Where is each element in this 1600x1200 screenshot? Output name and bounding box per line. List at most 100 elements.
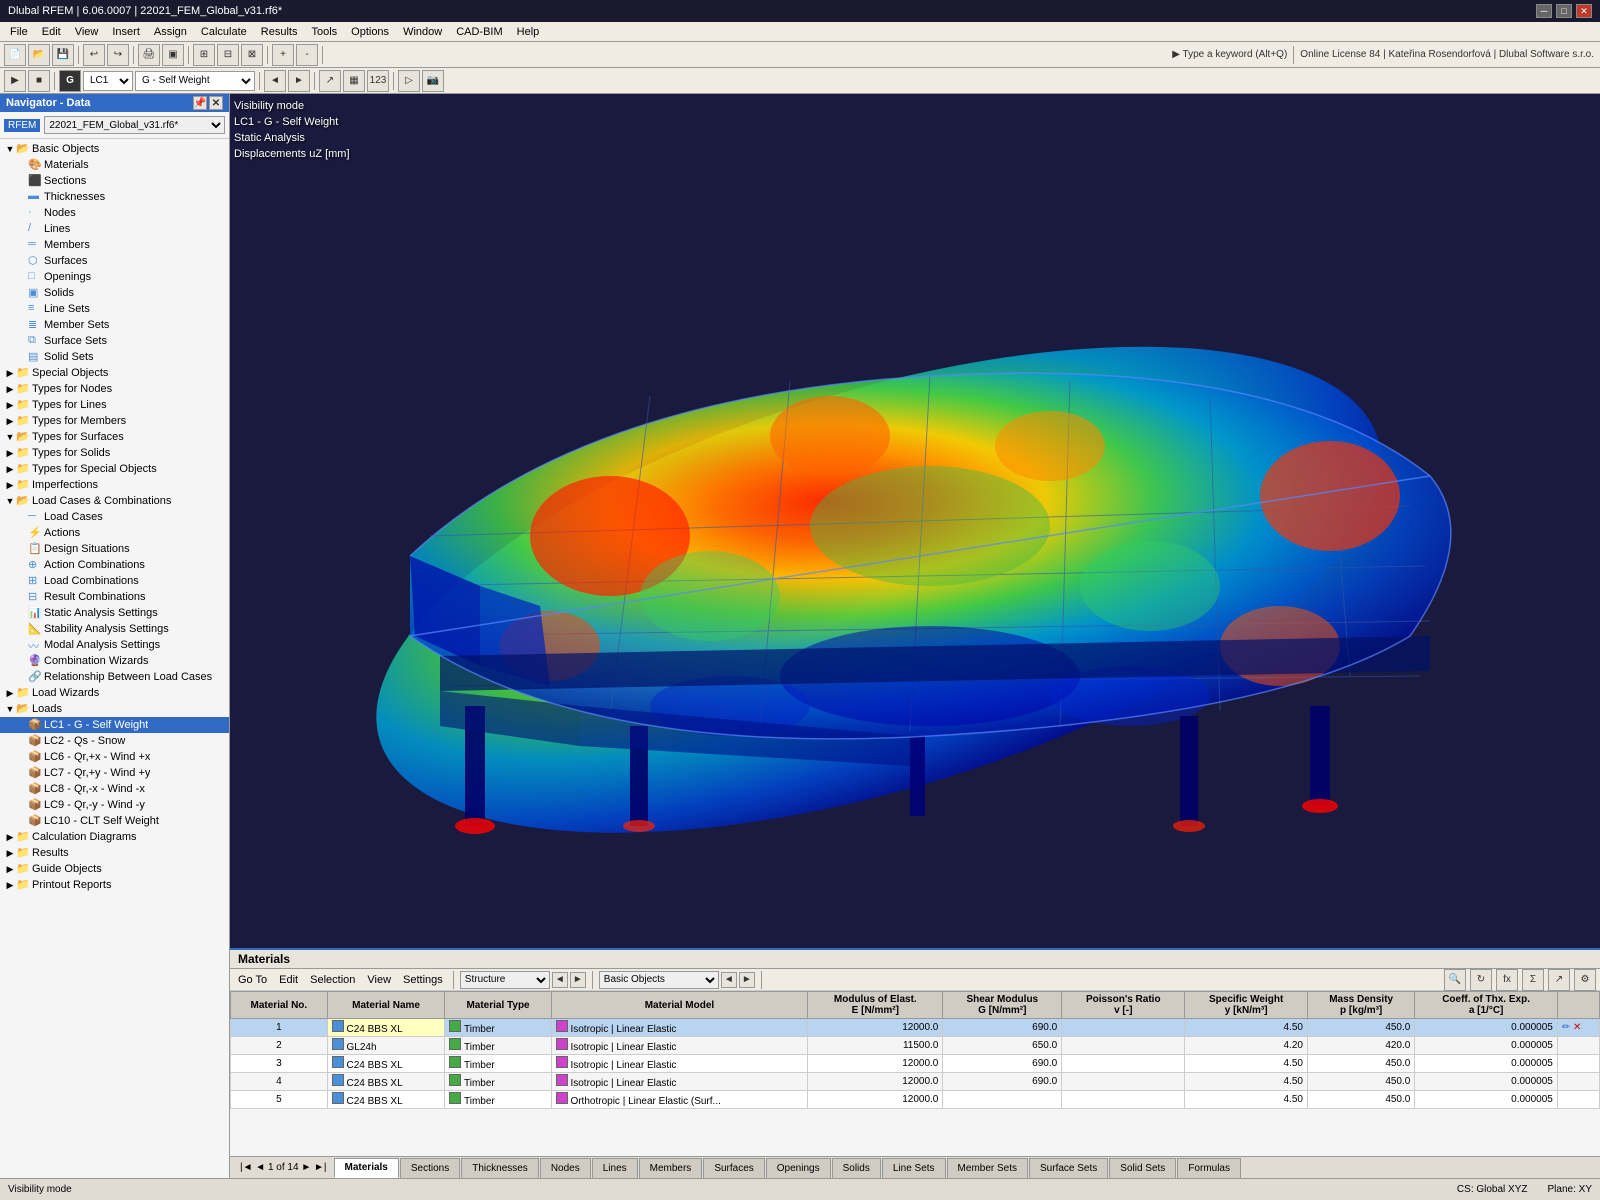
tree-item-lc10[interactable]: 📦LC10 - CLT Self Weight xyxy=(0,813,229,829)
cell-0[interactable]: 5 xyxy=(231,1091,328,1109)
cell-1[interactable]: C24 BBS XL xyxy=(327,1055,445,1073)
cell-0[interactable]: 3 xyxy=(231,1055,328,1073)
pg-prev[interactable]: ◄ xyxy=(255,1162,268,1173)
tree-item-types-members[interactable]: ▶📁Types for Members xyxy=(0,413,229,429)
table-row[interactable]: 3 C24 BBS XL Timber Isotropic | Linear E… xyxy=(231,1055,1600,1073)
cell-4[interactable]: 12000.0 xyxy=(808,1091,943,1109)
tree-item-types-surfaces[interactable]: ▼📂Types for Surfaces xyxy=(0,429,229,445)
toggle-types-special[interactable]: ▶ xyxy=(4,464,16,475)
zoom-out[interactable]: - xyxy=(296,44,318,66)
undo-button[interactable]: ↩ xyxy=(83,44,105,66)
prev-result[interactable]: ◄ xyxy=(264,70,286,92)
menu-calculate[interactable]: Calculate xyxy=(195,24,253,40)
tab-lines[interactable]: Lines xyxy=(592,1158,638,1178)
view3-button[interactable]: ⊠ xyxy=(241,44,263,66)
pg-last[interactable]: ►| xyxy=(314,1162,327,1173)
toggle-load-wizards[interactable]: ▶ xyxy=(4,688,16,699)
tree-item-calc-diag[interactable]: ▶📁Calculation Diagrams xyxy=(0,829,229,845)
toggle-imperfections[interactable]: ▶ xyxy=(4,480,16,491)
cell-6[interactable] xyxy=(1062,1019,1185,1037)
table-row[interactable]: 5 C24 BBS XL Timber Orthotropic | Linear… xyxy=(231,1091,1600,1109)
view2-button[interactable]: ⊟ xyxy=(217,44,239,66)
menu-options[interactable]: Options xyxy=(345,24,395,40)
cell-2[interactable]: Timber xyxy=(445,1037,551,1055)
formula-button[interactable]: fx xyxy=(1496,969,1518,991)
tree-item-materials[interactable]: 🎨Materials xyxy=(0,157,229,173)
menu-view[interactable]: View xyxy=(363,974,395,986)
tab-openings[interactable]: Openings xyxy=(766,1158,831,1178)
tree-item-lc-stability[interactable]: 📐Stability Analysis Settings xyxy=(0,621,229,637)
maximize-button[interactable]: □ xyxy=(1556,4,1572,18)
menu-help[interactable]: Help xyxy=(511,24,546,40)
save-button[interactable]: 💾 xyxy=(52,44,74,66)
tree-item-surfaces[interactable]: ⬡Surfaces xyxy=(0,253,229,269)
new-button[interactable]: 📄 xyxy=(4,44,26,66)
cell-7[interactable]: 4.50 xyxy=(1185,1091,1308,1109)
tree-item-lc-actions[interactable]: ⚡Actions xyxy=(0,525,229,541)
cell-2[interactable]: Timber xyxy=(445,1019,551,1037)
cell-6[interactable] xyxy=(1062,1091,1185,1109)
menu-selection[interactable]: Selection xyxy=(306,974,359,986)
tab-solids[interactable]: Solids xyxy=(832,1158,881,1178)
menu-goto[interactable]: Go To xyxy=(234,974,271,986)
toggle-types-lines[interactable]: ▶ xyxy=(4,400,16,411)
menu-insert[interactable]: Insert xyxy=(106,24,146,40)
menu-window[interactable]: Window xyxy=(397,24,448,40)
cell-4[interactable]: 12000.0 xyxy=(808,1055,943,1073)
pg-next[interactable]: ► xyxy=(301,1162,314,1173)
menu-results[interactable]: Results xyxy=(255,24,304,40)
cell-5[interactable]: 690.0 xyxy=(943,1019,1062,1037)
tree-item-lc-design-sit[interactable]: 📋Design Situations xyxy=(0,541,229,557)
cell-5[interactable]: 690.0 xyxy=(943,1073,1062,1091)
tab-member-sets[interactable]: Member Sets xyxy=(947,1158,1028,1178)
cell-9[interactable]: 0.000005 xyxy=(1415,1073,1558,1091)
tree-item-thicknesses[interactable]: ▬Thicknesses xyxy=(0,189,229,205)
tab-materials[interactable]: Materials xyxy=(334,1158,399,1178)
tree-item-lc6[interactable]: 📦LC6 - Qr,+x - Wind +x xyxy=(0,749,229,765)
menu-tools[interactable]: Tools xyxy=(305,24,343,40)
cell-0[interactable]: 1 xyxy=(231,1019,328,1037)
result-values[interactable]: 123 xyxy=(367,70,389,92)
toggle-types-nodes[interactable]: ▶ xyxy=(4,384,16,395)
cell-5[interactable] xyxy=(943,1091,1062,1109)
stop-button[interactable]: ■ xyxy=(28,70,50,92)
animate-button[interactable]: ▷ xyxy=(398,70,420,92)
tree-item-types-lines[interactable]: ▶📁Types for Lines xyxy=(0,397,229,413)
tree-item-types-nodes[interactable]: ▶📁Types for Nodes xyxy=(0,381,229,397)
cell-4[interactable]: 12000.0 xyxy=(808,1019,943,1037)
result-contour[interactable]: ▦ xyxy=(343,70,365,92)
tree-item-lc-load-comb[interactable]: ⊞Load Combinations xyxy=(0,573,229,589)
cell-1[interactable]: C24 BBS XL xyxy=(327,1091,445,1109)
tree-item-lc-modal[interactable]: 〰Modal Analysis Settings xyxy=(0,637,229,653)
tree-item-lc-static[interactable]: 📊Static Analysis Settings xyxy=(0,605,229,621)
cell-2[interactable]: Timber xyxy=(445,1091,551,1109)
table-row[interactable]: 2 GL24h Timber Isotropic | Linear Elasti… xyxy=(231,1037,1600,1055)
screenshot[interactable]: 📷 xyxy=(422,70,444,92)
toggle-basic-objects[interactable]: ▼ xyxy=(4,144,16,154)
menu-view[interactable]: View xyxy=(69,24,105,40)
close-button[interactable]: ✕ xyxy=(1576,4,1592,18)
tab-formulas[interactable]: Formulas xyxy=(1177,1158,1241,1178)
nav-close[interactable]: ✕ xyxy=(209,96,223,110)
cell-6[interactable] xyxy=(1062,1073,1185,1091)
sort-button[interactable]: Σ xyxy=(1522,969,1544,991)
tab-surface-sets[interactable]: Surface Sets xyxy=(1029,1158,1108,1178)
cell-3[interactable]: Isotropic | Linear Elastic xyxy=(551,1055,808,1073)
minimize-button[interactable]: ─ xyxy=(1536,4,1552,18)
cell-1[interactable]: C24 BBS XL xyxy=(327,1019,445,1037)
tab-sections[interactable]: Sections xyxy=(400,1158,460,1178)
struct-next[interactable]: ► xyxy=(570,972,586,988)
structure-select[interactable]: Structure xyxy=(460,971,550,989)
menu-file[interactable]: File xyxy=(4,24,34,40)
nav-pin[interactable]: 📌 xyxy=(193,96,207,110)
basic-objects-select[interactable]: Basic Objects xyxy=(599,971,719,989)
cell-9[interactable]: 0.000005 xyxy=(1415,1037,1558,1055)
filter-button[interactable]: 🔍 xyxy=(1444,969,1466,991)
open-button[interactable]: 📂 xyxy=(28,44,50,66)
toggle-results[interactable]: ▶ xyxy=(4,848,16,859)
toggle-special-objects[interactable]: ▶ xyxy=(4,368,16,379)
tree-item-results[interactable]: ▶📁Results xyxy=(0,845,229,861)
lc-name-combo[interactable]: G - Self Weight xyxy=(135,71,255,91)
tree-item-loads[interactable]: ▼📂Loads xyxy=(0,701,229,717)
tab-solid-sets[interactable]: Solid Sets xyxy=(1109,1158,1176,1178)
